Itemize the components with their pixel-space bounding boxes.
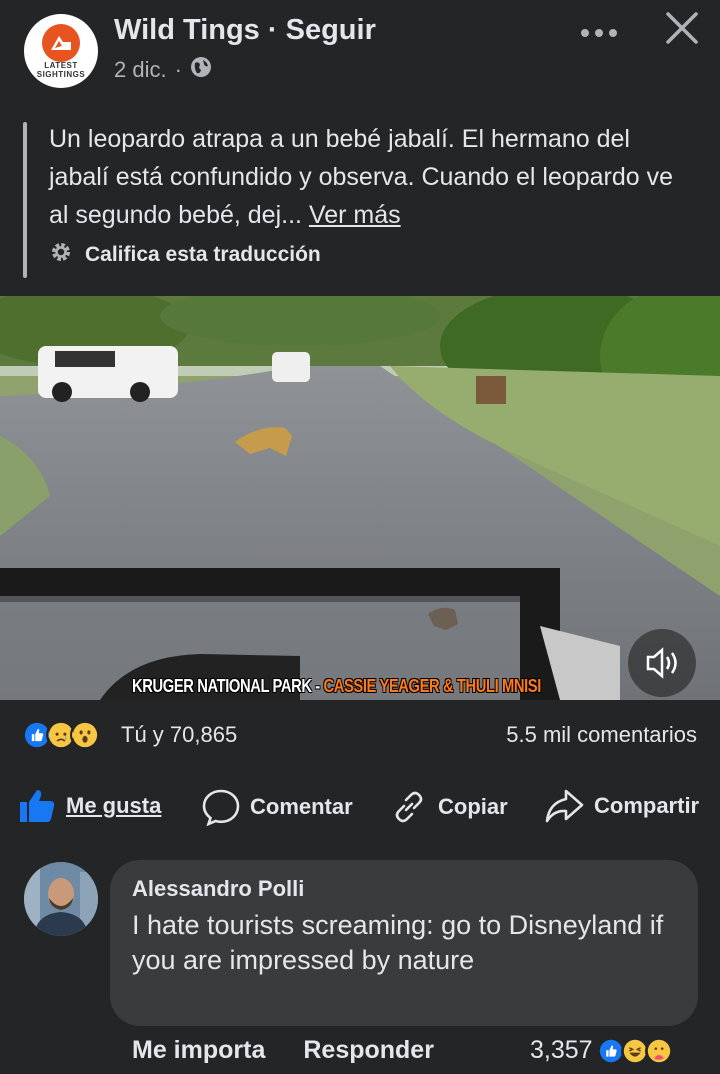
video-player[interactable]: KRUGER NATIONAL PARK - CASSIE YEAGER & T… — [0, 296, 720, 700]
comment-reactions[interactable]: 3,357 — [530, 1036, 673, 1065]
more-options-button[interactable] — [580, 12, 620, 46]
share-arrow-icon — [545, 789, 584, 823]
commenter-photo — [24, 862, 98, 936]
latest-sightings-logo — [42, 24, 80, 62]
post-meta: 2 dic. · — [114, 56, 212, 84]
post-action-bar: Me gusta Comentar Copiar Compartir — [0, 770, 720, 840]
link-icon — [395, 791, 423, 823]
share-button[interactable]: Compartir — [544, 788, 699, 824]
separator-dot: · — [267, 14, 278, 46]
reaction-count[interactable]: Tú y 70,865 — [121, 722, 237, 748]
comment-bubble[interactable]: Alessandro Polli I hate tourists screami… — [110, 860, 698, 1026]
post-header: LATEST SIGHTINGS Wild Tings · Seguir 2 d… — [0, 0, 720, 296]
comments-count[interactable]: 5.5 mil comentarios — [506, 722, 697, 748]
video-caption: KRUGER NATIONAL PARK - CASSIE YEAGER & T… — [132, 676, 541, 697]
copy-button[interactable]: Copiar — [390, 788, 508, 826]
follow-button[interactable]: Seguir — [286, 14, 376, 46]
page-name-row: Wild Tings · Seguir — [114, 14, 376, 47]
comment-react-button[interactable]: Me importa — [132, 1036, 265, 1065]
share-label: Compartir — [594, 793, 700, 818]
speaker-icon — [628, 629, 696, 697]
thumbs-up-icon — [20, 790, 55, 822]
caption-location: KRUGER NATIONAL PARK - — [132, 676, 324, 696]
close-button[interactable] — [664, 10, 700, 46]
commenter-avatar[interactable] — [24, 862, 98, 936]
copy-label: Copiar — [438, 794, 508, 819]
avatar-text: LATEST SIGHTINGS — [36, 61, 86, 79]
page-name[interactable]: Wild Tings — [114, 14, 260, 46]
reactions-summary: Tú y 70,865 5.5 mil comentarios — [0, 700, 720, 766]
comment-label: Comentar — [250, 794, 353, 819]
video-frame — [0, 296, 720, 700]
sound-toggle-button[interactable] — [622, 628, 702, 698]
post-text: Un leopardo atrapa a un bebé jabalí. El … — [49, 120, 689, 234]
comment-author[interactable]: Alessandro Polli — [132, 876, 304, 902]
gear-icon — [49, 240, 73, 270]
comment-button[interactable]: Comentar — [202, 788, 353, 826]
meta-dot: · — [174, 57, 182, 82]
more-dots-icon — [580, 12, 620, 45]
like-label: Me gusta — [66, 793, 162, 818]
reaction-icons[interactable] — [22, 720, 100, 750]
rate-translation-label: Califica esta traducción — [85, 243, 321, 266]
wow-reaction-icon — [70, 720, 100, 750]
globe-icon — [190, 56, 212, 84]
comment-bubble-icon — [202, 789, 240, 826]
caption-credits: CASSIE YEAGER & THULI MNISI — [323, 676, 541, 696]
comment-text: I hate tourists screaming: go to Disneyl… — [132, 910, 664, 975]
translation-quote-bar — [23, 122, 27, 278]
close-icon — [666, 12, 698, 44]
comment-reply-button[interactable]: Responder — [303, 1036, 434, 1065]
care-reaction-icon — [644, 1036, 673, 1065]
comment-reaction-count: 3,357 — [530, 1036, 593, 1064]
comment-actions: Me importa Responder — [132, 1036, 434, 1065]
see-more-link[interactable]: Ver más — [309, 201, 401, 229]
rate-translation-link[interactable]: Califica esta traducción — [49, 240, 321, 270]
post-date[interactable]: 2 dic. — [114, 57, 167, 83]
like-button[interactable]: Me gusta — [18, 788, 161, 824]
page-avatar[interactable]: LATEST SIGHTINGS — [24, 14, 98, 88]
